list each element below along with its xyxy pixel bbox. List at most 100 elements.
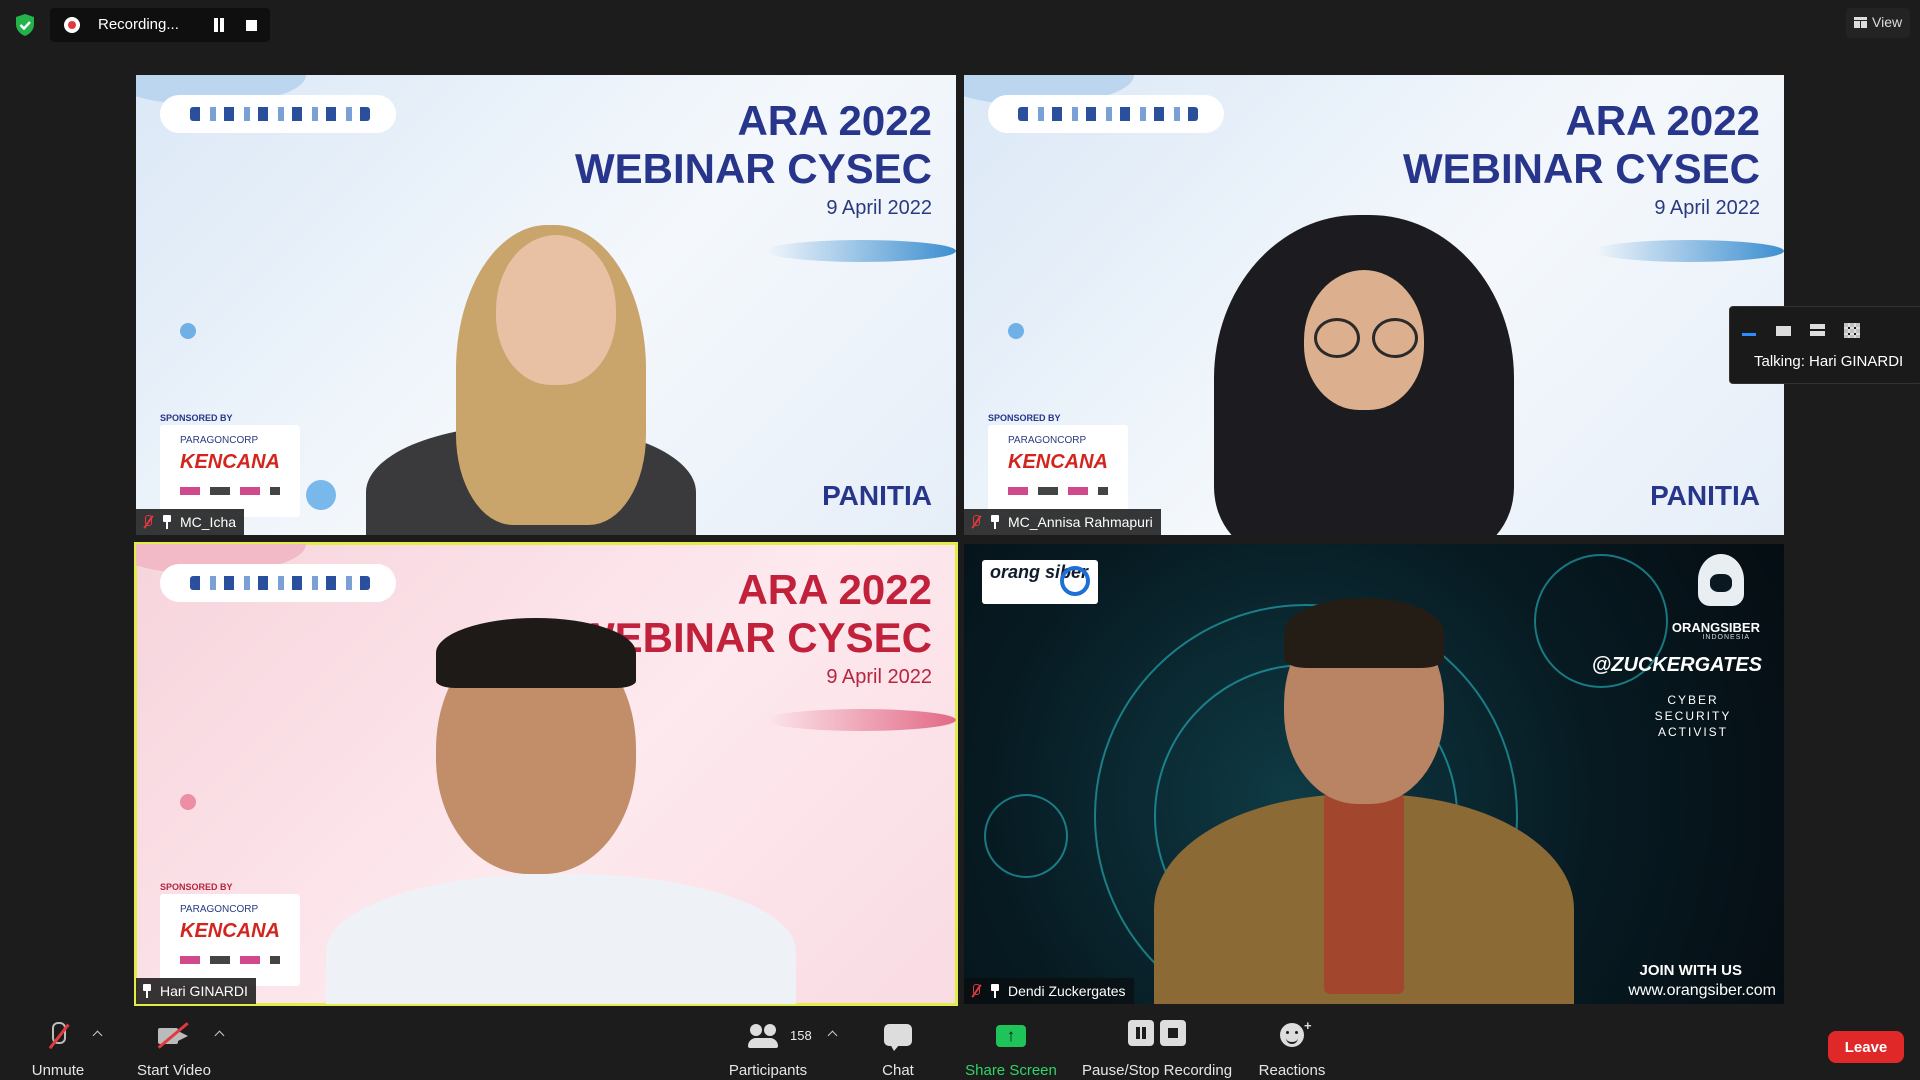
pin-icon [142,984,152,998]
pin-icon [990,984,1000,998]
microphone-muted-icon [970,515,982,529]
sponsor-card: PARAGONCORP KENCANA [160,425,300,517]
reactions-label: Reactions [1258,1062,1326,1079]
event-date: 9 April 2022 [1654,197,1760,219]
pause-stop-recording-button[interactable]: Pause/Stop Recording [1076,1016,1238,1079]
recording-status: Recording... [98,16,179,33]
share-screen-label: Share Screen [965,1062,1057,1079]
decorative-bubble [1008,323,1024,339]
sponsor-main: KENCANA [1008,451,1108,473]
share-screen-button[interactable]: Share Screen [956,1016,1066,1079]
reactions-button[interactable]: + Reactions [1252,1016,1332,1079]
security-shield-icon[interactable] [12,12,38,38]
chat-label: Chat [882,1062,914,1079]
participants-button[interactable]: 158 Participants [720,1016,816,1079]
decorative-wave [766,240,956,262]
view-button[interactable]: View [1846,8,1910,38]
decorative-wave [1594,240,1784,262]
participants-options-chevron-icon[interactable] [827,1030,837,1040]
pause-icon [1128,1020,1154,1046]
decorative-wave [766,709,956,731]
chat-button[interactable]: Chat [866,1016,930,1079]
orang-siber-logo-icon [1060,566,1090,596]
sponsor-card: PARAGONCORP KENCANA [160,894,300,986]
sponsored-by-label: SPONSORED BY [160,413,233,423]
participants-icon [748,1024,782,1048]
start-video-label: Start Video [137,1062,211,1079]
pin-icon [990,515,1000,529]
unmute-label: Unmute [31,1062,85,1079]
video-layout-popup: Talking: Hari GINARDI [1729,306,1920,384]
event-subtitle: WEBINAR CYSEC [1402,145,1760,192]
participants-label: Participants [728,1062,808,1079]
start-video-button[interactable]: Start Video [128,1016,220,1079]
video-tile-mc-annisa[interactable]: ARA 2022 WEBINAR CYSEC 9 April 2022 SPON… [964,75,1784,535]
sponsor-card: PARAGONCORP KENCANA [988,425,1128,517]
org-logo-text: ORANGSIBER [1671,620,1760,635]
sponsor-logo-strip [160,564,396,602]
orang-siber-logo: orang siber [982,560,1098,604]
sponsor-brand: PARAGONCORP [180,904,259,915]
speaker-handle: @ZUCKERGATES [1591,654,1762,676]
chat-bubble-icon [884,1024,912,1051]
participant-name: Hari GINARDI [160,983,248,999]
event-title: ARA 2022 [737,566,932,613]
microphone-muted-icon [142,515,154,529]
grid-view-icon [1854,17,1867,28]
pause-recording-icon[interactable] [212,18,226,32]
video-tile-dendi-zuckergates[interactable]: orang siber ORANGSIBER INDONESIA @ZUCKER… [964,544,1784,1004]
view-label: View [1872,14,1903,30]
sponsor-logo-strip [160,95,396,133]
stop-icon [1160,1020,1186,1046]
video-tile-mc-icha[interactable]: ARA 2022 WEBINAR CYSEC 9 April 2022 SPON… [136,75,956,535]
plus-icon: + [1304,1018,1312,1033]
audio-options-chevron-icon[interactable] [92,1030,102,1040]
decorative-circuit-ring [984,794,1068,878]
participant-name: MC_Annisa Rahmapuri [1008,514,1153,530]
participant-name-bar: MC_Annisa Rahmapuri [964,509,1161,535]
speaker-layout-icon[interactable] [1808,321,1830,339]
event-subtitle: WEBINAR CYSEC [574,145,932,192]
sponsor-main: KENCANA [180,451,280,473]
event-date: 9 April 2022 [826,666,932,688]
website-text: www.orangsiber.com [1628,982,1776,999]
sponsor-logo-strip [988,95,1224,133]
participant-name: Dendi Zuckergates [1008,983,1126,999]
event-title: ARA 2022 [737,97,932,144]
participant-name: MC_Icha [180,514,237,530]
video-options-chevron-icon[interactable] [214,1030,224,1040]
speaker-role: CYBER SECURITY ACTIVIST [1654,693,1732,739]
participants-count: 158 [790,1028,812,1043]
recording-indicator: Recording... [50,8,270,42]
microphone-muted-icon [970,984,982,998]
participant-name-bar: Dendi Zuckergates [964,978,1134,1004]
decorative-bubble [180,794,196,810]
decorative-bubble [306,480,336,510]
microphone-muted-icon [46,1022,70,1050]
leave-button[interactable]: Leave [1828,1031,1904,1063]
org-logo-subtext: INDONESIA [1702,634,1750,641]
video-tile-hari-ginardi[interactable]: ARA 2022 WEBINAR CYSEC 9 April 2022 SPON… [134,542,958,1006]
event-title: ARA 2022 [1565,97,1760,144]
sponsor-main: KENCANA [180,920,280,942]
participant-name-bar: MC_Icha [136,509,245,535]
footer-text: PANITIA [822,480,932,511]
decorative-bubble [180,323,196,339]
sponsor-brand: PARAGONCORP [1008,435,1087,446]
talking-indicator: Talking: Hari GINARDI [1754,353,1904,370]
recording-dot-icon [64,17,80,33]
single-video-layout-icon[interactable] [1774,321,1796,339]
sponsor-brand: PARAGONCORP [180,435,259,446]
share-screen-arrow-icon [996,1025,1026,1047]
stop-recording-icon[interactable] [246,20,257,31]
minimize-layout-icon[interactable] [1740,321,1762,339]
smiley-icon [1280,1023,1304,1047]
sponsored-by-label: SPONSORED BY [988,413,1061,423]
hacker-hood-icon [1686,554,1756,616]
gallery-layout-icon[interactable] [1842,321,1864,339]
unmute-button[interactable]: Unmute [20,1016,96,1079]
pin-icon [162,515,172,529]
join-us-text: JOIN WITH US [1639,962,1742,979]
participant-name-bar: Hari GINARDI [136,978,256,1004]
footer-text: PANITIA [1650,480,1760,511]
